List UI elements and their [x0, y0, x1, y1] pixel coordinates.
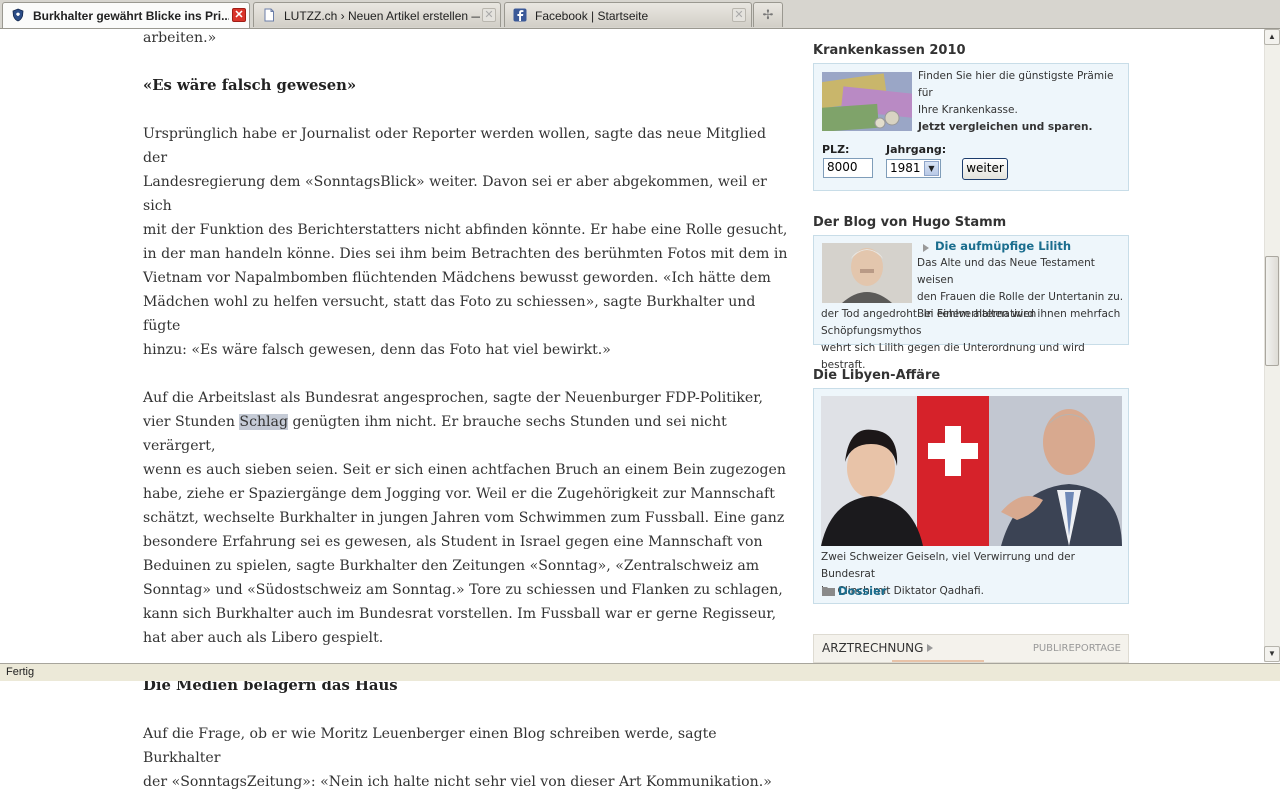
paragraph: Auf die Arbeitslast als Bundesrat angesp…	[143, 386, 788, 650]
chevron-down-icon[interactable]: ▼	[924, 161, 939, 176]
author-photo[interactable]	[822, 243, 912, 303]
text-line: kann sich Burkhalter auch im Bundesrat v…	[143, 606, 777, 622]
close-tab-icon[interactable]: ✕	[732, 8, 746, 22]
blog-post-link[interactable]: Die aufmüpfige Lilith	[935, 238, 1071, 255]
arrow-right-icon	[923, 244, 929, 252]
tab-strip: Burkhalter gewährt Blicke ins Pri... ✕ L…	[0, 0, 1280, 29]
excerpt-line: wehrt sich Lilith gegen die Unterordnung…	[821, 342, 1085, 371]
scroll-up-button[interactable]: ▲	[1264, 29, 1280, 45]
banknotes-illustration	[814, 72, 919, 132]
arrow-right-icon	[927, 644, 933, 652]
text-line: in der man handeln könne. Dies sei ihm b…	[143, 246, 788, 262]
status-text: Fertig	[6, 666, 35, 678]
excerpt-line: der Tod angedroht. In einem alternativen…	[821, 308, 1037, 337]
text-line: Vietnam vor Napalmbomben flüchtenden Mäd…	[143, 270, 771, 286]
close-tab-icon[interactable]: ✕	[232, 8, 246, 22]
new-tab-button[interactable]: ✢	[753, 2, 783, 27]
text-line: hinzu: «Es wäre falsch gewesen, denn das…	[143, 342, 611, 358]
excerpt-line: den Frauen die Rolle der Untertanin zu.	[917, 291, 1124, 303]
text-line: hat aber auch als Libero gespielt.	[143, 630, 384, 646]
promo-cta[interactable]: Jetzt vergleichen und sparen.	[918, 121, 1093, 133]
text-line: Landesregierung dem «SonntagsBlick» weit…	[143, 174, 767, 214]
plz-label: PLZ:	[822, 143, 850, 156]
paragraph: Ursprünglich habe er Journalist oder Rep…	[143, 122, 788, 362]
scroll-down-button[interactable]: ▼	[1264, 646, 1280, 662]
plz-input[interactable]: 8000	[823, 158, 873, 178]
excerpt-line: Das Alte und das Neue Testament weisen	[917, 257, 1095, 286]
blog-excerpt-bottom: der Tod angedroht. In einem alternativen…	[821, 306, 1126, 374]
news-photo[interactable]	[821, 396, 1122, 546]
jahrgang-select[interactable]: 1981 ▼	[886, 159, 941, 178]
selected-text[interactable]: Schlag	[239, 414, 288, 430]
text-line: Sonntag» und «Südostschweiz am Sonntag.»…	[143, 582, 783, 598]
text-line: Beduinen zu spielen, sagte Burkhalter de…	[143, 558, 760, 574]
subheading: «Es wäre falsch gewesen»	[143, 77, 357, 94]
text-line: Ursprünglich habe er Journalist oder Rep…	[143, 126, 767, 166]
text-segment: vier Stunden	[143, 414, 240, 430]
status-bar: Fertig	[0, 663, 1280, 681]
weiter-button[interactable]: weiter	[962, 158, 1008, 180]
facebook-icon	[513, 8, 527, 22]
tab-title: LUTZZ.ch › Neuen Artikel erstellen — W..…	[284, 9, 480, 23]
folder-icon	[822, 587, 835, 596]
promo-text: Finden Sie hier die günstigste Prämie fü…	[918, 68, 1126, 136]
close-tab-icon[interactable]: ✕	[482, 8, 496, 22]
dossier-link[interactable]: Dossier	[838, 583, 887, 600]
text-line: der «SonntagsZeitung»: «Nein ich halte n…	[143, 774, 772, 790]
tab-burkhalter[interactable]: Burkhalter gewährt Blicke ins Pri... ✕	[2, 2, 250, 28]
money-image[interactable]	[814, 72, 919, 132]
tab-facebook[interactable]: Facebook | Startseite ✕	[504, 2, 752, 27]
text-line: Auf die Frage, ob er wie Moritz Leuenber…	[143, 726, 717, 766]
text-line: schätzt, wechselte Burkhalter in jungen …	[143, 510, 785, 526]
promo-line: Finden Sie hier die günstigste Prämie fü…	[918, 70, 1114, 99]
blog-box: Die aufmüpfige Lilith Das Alte und das N…	[813, 235, 1129, 371]
text-line: habe, ziehe er Spaziergänge dem Jogging …	[143, 486, 775, 502]
tab-lutzz[interactable]: LUTZZ.ch › Neuen Artikel erstellen — W..…	[253, 2, 501, 27]
text-line: mit der Funktion des Berichterstatters n…	[143, 222, 788, 238]
jahrgang-label: Jahrgang:	[886, 143, 947, 156]
text-line: wenn es auch sieben seien. Seit er sich …	[143, 462, 786, 478]
page-icon	[264, 8, 274, 22]
text-line: Auf die Arbeitslast als Bundesrat angesp…	[143, 390, 763, 406]
libyen-box: Zwei Schweizer Geiseln, viel Verwirrung …	[813, 388, 1129, 604]
scrollbar-thumb[interactable]	[1265, 256, 1279, 366]
section-title-krankenkassen: Krankenkassen 2010	[813, 43, 966, 58]
text-line: Mädchen wohl zu helfen versucht, statt d…	[143, 294, 756, 334]
section-title-libyen: Die Libyen-Affäre	[813, 368, 941, 383]
jahrgang-selected-value: 1981	[890, 161, 921, 175]
publireportage-tag: PUBLIREPORTAGE	[1032, 643, 1121, 654]
tab-title: Facebook | Startseite	[535, 9, 649, 23]
shield-icon	[12, 8, 24, 22]
krankenkassen-box: Finden Sie hier die günstigste Prämie fü…	[813, 63, 1129, 191]
promo-line: Ihre Krankenkasse.	[918, 104, 1018, 116]
publireportage-box[interactable]: ARZTRECHNUNG PUBLIREPORTAGE	[813, 634, 1129, 663]
arzt-label: ARZTRECHNUNG	[822, 641, 924, 655]
paragraph: Auf die Frage, ob er wie Moritz Leuenber…	[143, 722, 788, 794]
section-title-blog: Der Blog von Hugo Stamm	[813, 215, 1007, 230]
paragraph: arbeiten.»	[143, 30, 217, 46]
tab-title: Burkhalter gewährt Blicke ins Pri...	[33, 9, 229, 23]
text-line: besondere Erfahrung sei es gewesen, als …	[143, 534, 763, 550]
caption-line: Zwei Schweizer Geiseln, viel Verwirrung …	[821, 551, 1075, 580]
